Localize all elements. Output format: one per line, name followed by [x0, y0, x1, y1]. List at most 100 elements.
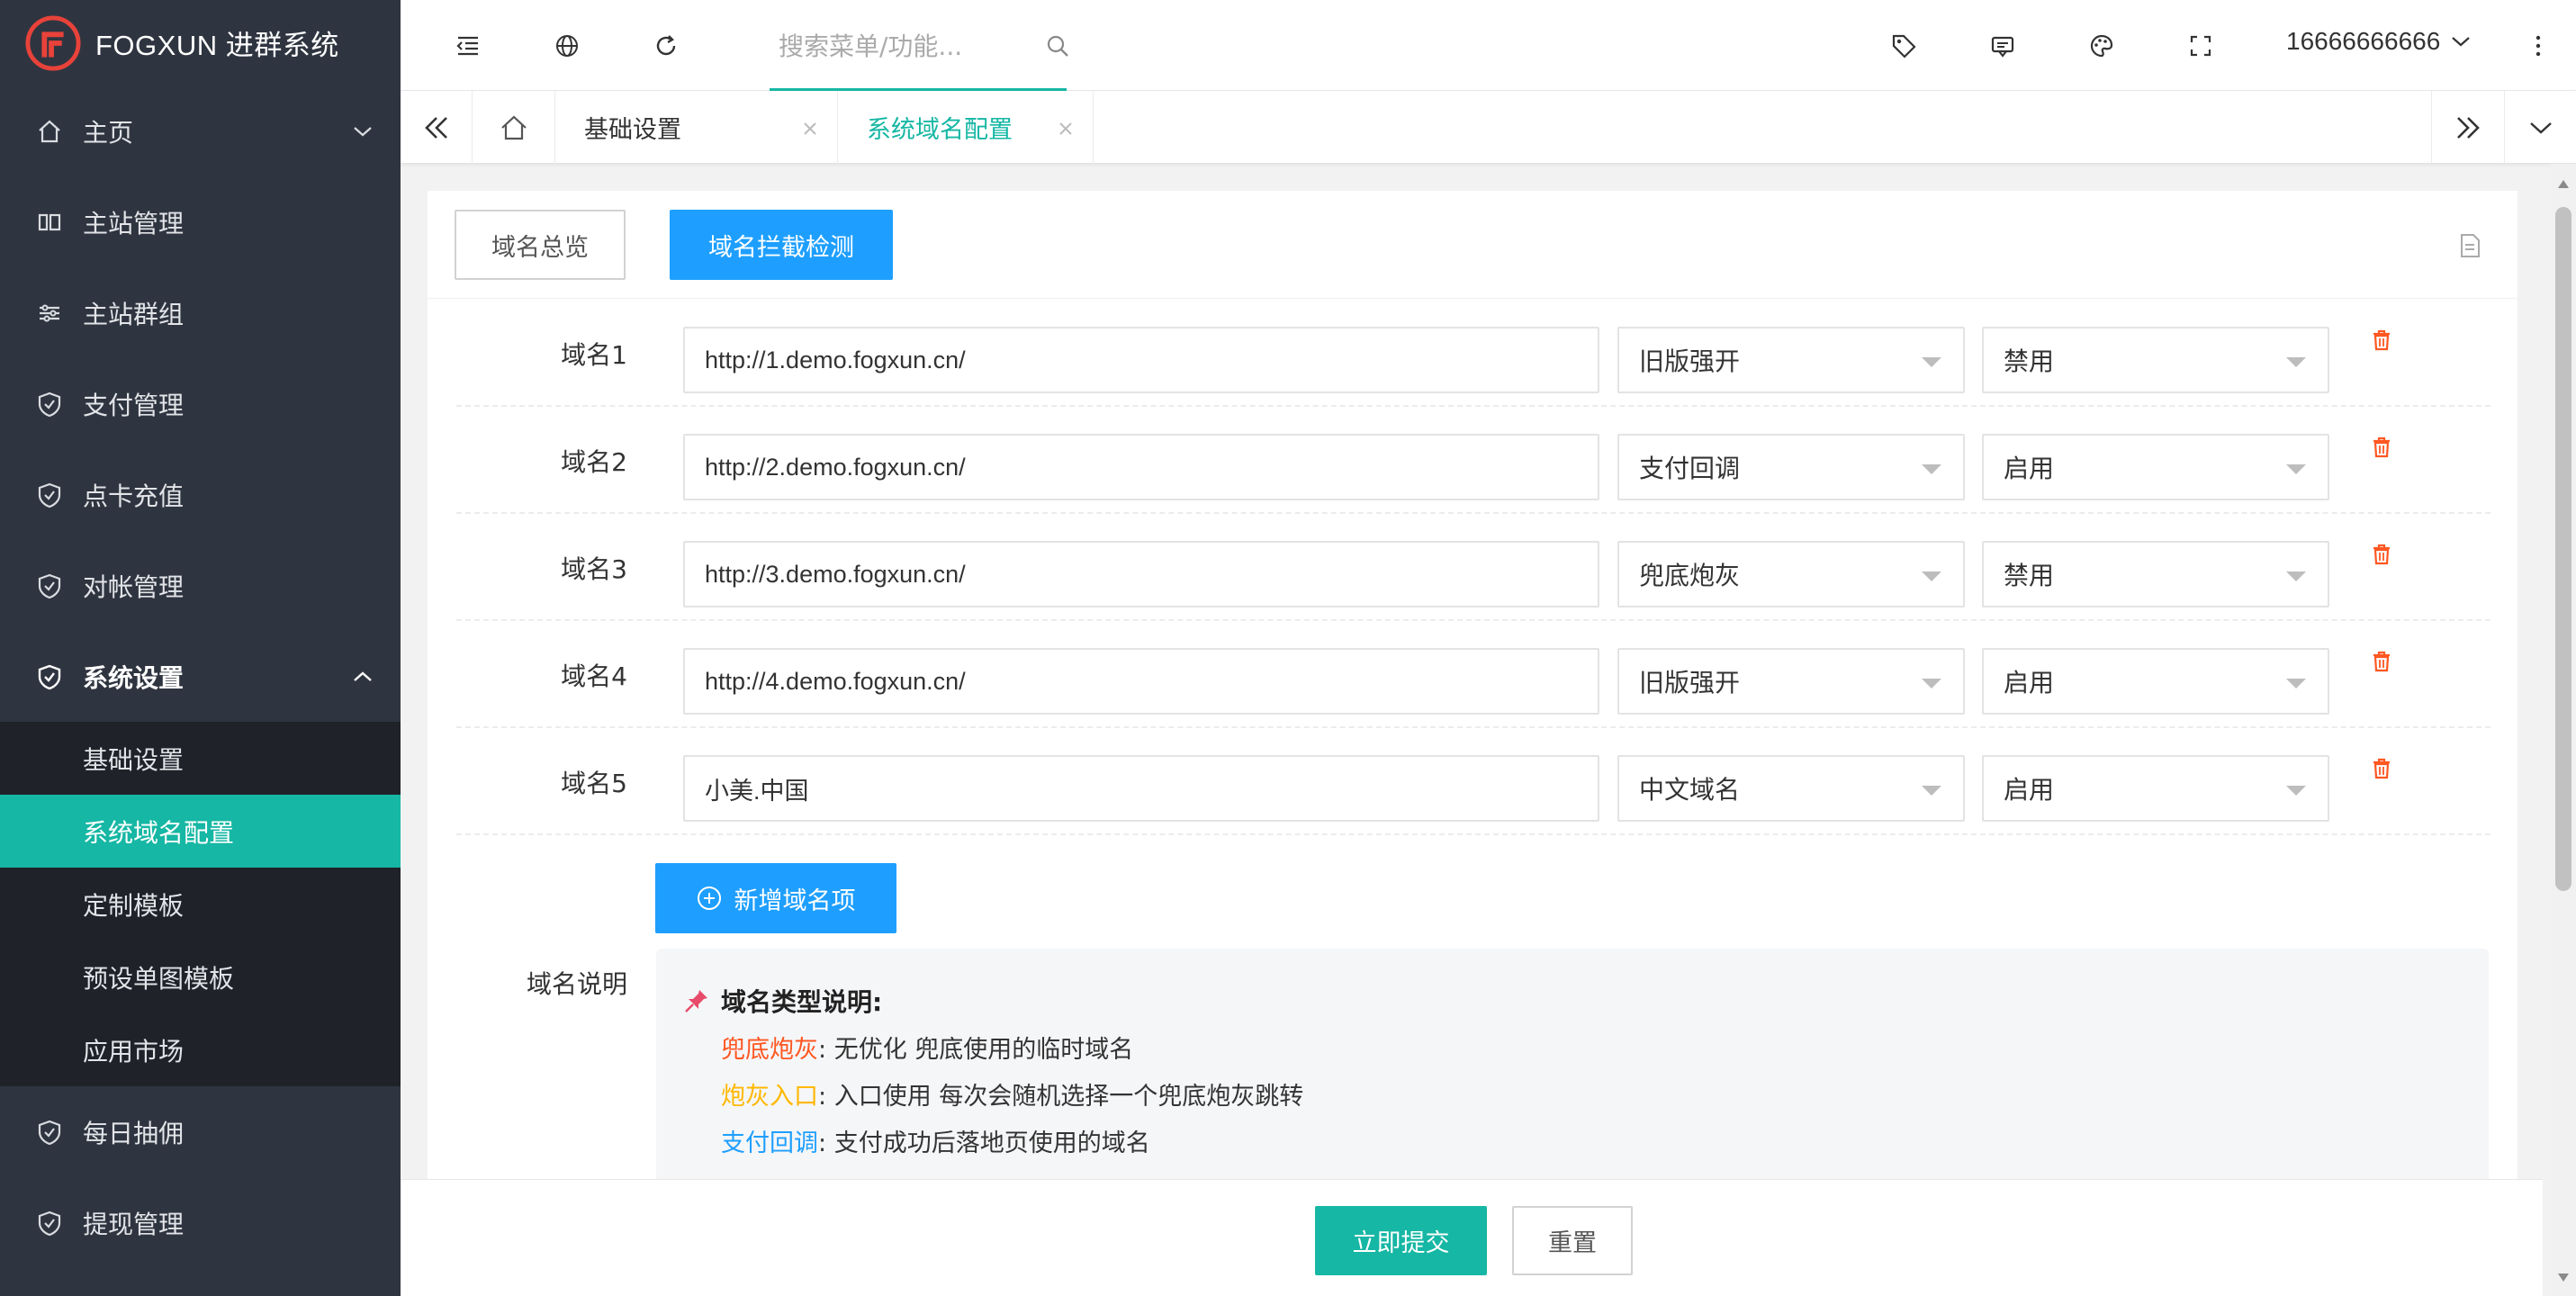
trash-icon[interactable] [2370, 436, 2393, 459]
domain-type-select[interactable]: 旧版强开 [1617, 327, 1965, 393]
caret-down-icon [2286, 786, 2306, 796]
domain-url-input[interactable] [683, 541, 1599, 608]
select-value: 启用 [2004, 454, 2055, 483]
trash-icon[interactable] [2370, 757, 2393, 780]
note-title: 域名类型说明: [683, 983, 2489, 1019]
sidebar-item-system-settings[interactable]: 系统设置 [0, 631, 401, 722]
select-value: 中文域名 [1639, 775, 1741, 805]
form-footer: 立即提交 重置 [401, 1179, 2543, 1296]
refresh-icon[interactable] [653, 32, 680, 59]
tab-basic-settings[interactable]: 基础设置 [555, 91, 838, 164]
domain-status-select[interactable]: 启用 [1982, 755, 2329, 822]
page-scrollbar[interactable] [2551, 164, 2576, 1296]
caret-down-icon [1922, 786, 1941, 796]
sidebar-subitem-domain-config[interactable]: 系统域名配置 [0, 795, 401, 868]
sidebar-item-site-group[interactable]: 主站群组 [0, 267, 401, 358]
domain-url-input[interactable] [683, 327, 1599, 393]
caret-down-icon [2286, 572, 2306, 581]
domain-type-select[interactable]: 支付回调 [1617, 434, 1965, 500]
sidebar-subitem-label: 应用市场 [83, 1036, 185, 1066]
fullscreen-icon[interactable] [2187, 32, 2214, 59]
domain-status-select[interactable]: 启用 [1982, 434, 2329, 500]
plus-circle-icon [697, 886, 721, 910]
document-icon[interactable] [2457, 232, 2482, 259]
scroll-up-arrow-icon[interactable] [2556, 178, 2571, 189]
more-vertical-icon[interactable] [2525, 32, 2552, 59]
menu-fold-icon[interactable] [455, 32, 482, 59]
sidebar-item-withdraw[interactable]: 提现管理 [0, 1177, 401, 1268]
submit-button[interactable]: 立即提交 [1315, 1206, 1487, 1275]
chevron-up-icon [354, 670, 372, 681]
domain-type-select[interactable]: 兜底炮灰 [1617, 541, 1965, 608]
close-icon[interactable] [803, 122, 817, 136]
sidebar-subitem-custom-template[interactable]: 定制模板 [0, 868, 401, 940]
domain-block-check-button[interactable]: 域名拦截检测 [670, 210, 893, 280]
scroll-down-arrow-icon[interactable] [2556, 1273, 2571, 1283]
caret-down-icon [2286, 357, 2306, 367]
caret-down-icon [2286, 464, 2306, 474]
note-line: 兜底炮灰: 无优化 兜底使用的临时域名 [721, 1035, 2489, 1066]
tab-label: 系统域名配置 [867, 116, 1013, 144]
shield-check-icon [38, 573, 61, 598]
search-icon[interactable] [1044, 32, 1071, 59]
globe-icon[interactable] [554, 32, 581, 59]
domain-url-input[interactable] [683, 755, 1599, 822]
sidebar-subitem-label: 预设单图模板 [83, 963, 235, 994]
fogxun-logo-icon [25, 14, 81, 71]
tab-label: 基础设置 [584, 116, 681, 144]
trash-icon[interactable] [2370, 650, 2393, 673]
domain-url-input[interactable] [683, 434, 1599, 500]
caret-down-icon [2286, 679, 2306, 688]
user-menu[interactable]: 16666666666 [2286, 27, 2471, 56]
note-separator: : [818, 1036, 827, 1064]
tab-scroll-right-button[interactable] [2431, 91, 2505, 164]
close-icon[interactable] [1058, 122, 1073, 136]
domain-status-select[interactable]: 启用 [1982, 648, 2329, 715]
tab-home[interactable] [473, 91, 555, 164]
sidebar-item-home[interactable]: 主页 [0, 86, 401, 176]
palette-icon[interactable] [2088, 32, 2115, 59]
sidebar-item-card-recharge[interactable]: 点卡充值 [0, 449, 401, 540]
sidebar-subitem-basic-settings[interactable]: 基础设置 [0, 722, 401, 795]
shield-check-icon [38, 664, 61, 689]
sidebar-item-main-site[interactable]: 主站管理 [0, 176, 401, 267]
sidebar-item-label: 系统设置 [83, 662, 185, 693]
menu-search [770, 0, 1068, 91]
domain-type-select[interactable]: 中文域名 [1617, 755, 1965, 822]
logo[interactable]: FOGXUN 进群系统 [0, 0, 401, 86]
sidebar-subitem-single-image-template[interactable]: 预设单图模板 [0, 940, 401, 1013]
username: 16666666666 [2286, 27, 2441, 55]
domain-status-select[interactable]: 禁用 [1982, 327, 2329, 393]
sidebar-item-label: 支付管理 [83, 390, 185, 420]
domain-status-select[interactable]: 禁用 [1982, 541, 2329, 608]
domain-overview-button[interactable]: 域名总览 [455, 210, 626, 280]
sidebar-item-reconciliation[interactable]: 对帐管理 [0, 540, 401, 631]
tab-dropdown-button[interactable] [2505, 91, 2576, 164]
message-icon[interactable] [1989, 32, 2016, 59]
sidebar-subitem-label: 定制模板 [83, 890, 185, 921]
shield-check-icon [38, 1120, 61, 1145]
sidebar-subitem-label: 基础设置 [83, 744, 185, 775]
note-key: 炮灰入口 [721, 1083, 818, 1111]
pushpin-icon [685, 990, 707, 1012]
tag-icon[interactable] [1890, 32, 1917, 59]
add-domain-button[interactable]: 新增域名项 [655, 863, 896, 933]
sidebar-subitem-app-market[interactable]: 应用市场 [0, 1013, 401, 1086]
tab-scroll-left-button[interactable] [401, 91, 473, 164]
caret-down-icon [1922, 357, 1941, 367]
sidebar-item-payment[interactable]: 支付管理 [0, 358, 401, 449]
domain-row-label: 域名1 [561, 340, 627, 370]
trash-icon[interactable] [2370, 543, 2393, 566]
domain-type-select[interactable]: 旧版强开 [1617, 648, 1965, 715]
domain-row: 域名3 兜底炮灰 禁用 [456, 514, 2490, 621]
search-input[interactable] [779, 23, 1004, 68]
top-header: 16666666666 [401, 0, 2576, 91]
sidebar-item-label: 提现管理 [83, 1209, 185, 1239]
domain-url-input[interactable] [683, 648, 1599, 715]
trash-icon[interactable] [2370, 328, 2393, 352]
tab-domain-config[interactable]: 系统域名配置 [838, 91, 1094, 164]
scrollbar-thumb[interactable] [2555, 207, 2571, 891]
reset-button[interactable]: 重置 [1512, 1206, 1633, 1275]
sidebar-item-daily-commission[interactable]: 每日抽佣 [0, 1086, 401, 1177]
panel-header: 域名总览 域名拦截检测 [428, 191, 2517, 299]
